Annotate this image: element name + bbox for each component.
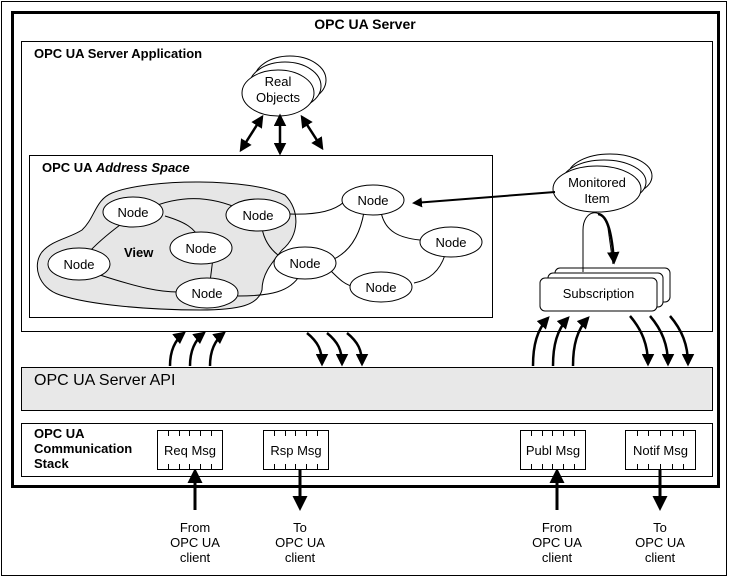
node-label: Node xyxy=(289,256,321,271)
node-label: Node xyxy=(117,205,149,220)
msg-label: Notif Msg xyxy=(633,442,688,458)
client-label-publ: From OPC UA client xyxy=(532,520,582,565)
node-label: Node xyxy=(242,208,274,223)
address-space-title: OPC UA Address Space xyxy=(42,160,190,175)
client-label-notif: To OPC UA client xyxy=(635,520,685,565)
api-up-arrows-left xyxy=(168,331,226,367)
publ-msg-box: Publ Msg xyxy=(520,430,586,470)
node-label: Node xyxy=(435,235,467,250)
node-label: Node xyxy=(191,286,223,301)
api-down-arrows-right xyxy=(629,315,695,367)
msg-label: Rsp Msg xyxy=(270,442,322,458)
node-label: Node xyxy=(185,241,217,256)
api-down-arrows-left xyxy=(306,332,369,367)
api-up-arrows-right xyxy=(531,316,590,367)
real-objects-arrows xyxy=(239,113,324,156)
subscription-label: Subscription xyxy=(562,286,635,301)
req-msg-box: Req Msg xyxy=(157,430,223,470)
monitor-arrow xyxy=(412,191,556,208)
node-label: Node xyxy=(357,193,389,208)
real-objects-label: Real Objects xyxy=(255,74,301,105)
opc-ua-server-diagram: OPC UA Server OPC UA Server Application … xyxy=(0,0,730,579)
monitored-subscription-link xyxy=(582,212,614,272)
client-arrows xyxy=(187,468,668,511)
node-label: Node xyxy=(63,257,95,272)
client-label-req: From OPC UA client xyxy=(170,520,220,565)
client-label-rsp: To OPC UA client xyxy=(275,520,325,565)
node-label: Node xyxy=(365,280,397,295)
notif-msg-box: Notif Msg xyxy=(625,430,696,470)
monitored-item-label: Monitored Item xyxy=(568,175,626,206)
view-label: View xyxy=(124,245,154,260)
msg-label: Req Msg xyxy=(163,442,217,458)
rsp-msg-box: Rsp Msg xyxy=(263,430,329,470)
msg-label: Publ Msg xyxy=(525,442,581,458)
